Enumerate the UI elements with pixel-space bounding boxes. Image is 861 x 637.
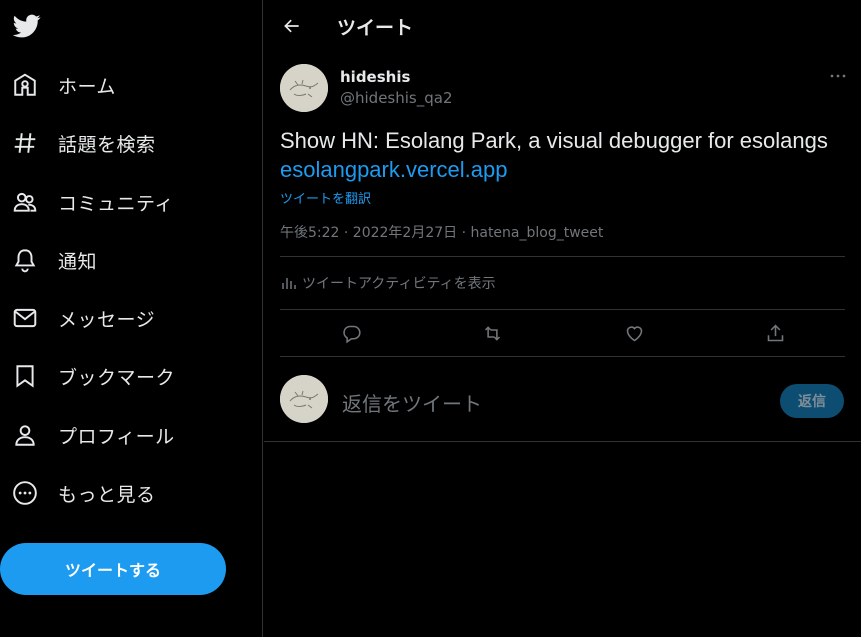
nav-label: 話題を検索 xyxy=(58,133,156,156)
reply-input[interactable]: 返信をツイート xyxy=(342,388,482,417)
like-heart-icon[interactable] xyxy=(621,320,647,346)
tweet-activity-label: ツイートアクティビティを表示 xyxy=(302,276,496,292)
translate-link[interactable]: ツイートを翻訳 xyxy=(280,188,371,207)
nav-label: コミュニティ xyxy=(58,192,174,215)
sidebar: ホーム 話題を検索 コミュニティ 通知 メッセージ ブックマーク プロフィール … xyxy=(0,0,263,637)
nav-label: プロフィール xyxy=(58,425,175,448)
tweet-link[interactable]: esolangpark.vercel.app xyxy=(280,157,507,183)
twitter-logo-icon[interactable] xyxy=(12,12,42,40)
share-icon[interactable] xyxy=(762,320,788,346)
nav-item-home[interactable]: ホーム xyxy=(0,65,116,105)
divider xyxy=(280,256,845,257)
divider xyxy=(280,309,845,310)
nav-item-profile[interactable]: プロフィール xyxy=(0,415,175,455)
nav-item-more[interactable]: もっと見る xyxy=(0,473,156,513)
nav-item-bookmarks[interactable]: ブックマーク xyxy=(0,356,175,396)
compose-tweet-button[interactable]: ツイートする xyxy=(0,543,226,595)
nav-label: メッセージ xyxy=(58,308,156,331)
author-name[interactable]: hideshis xyxy=(340,68,410,86)
retweet-icon[interactable] xyxy=(479,320,505,346)
avatar[interactable] xyxy=(280,64,328,112)
tweet-detail: ツイート hideshis @hideshis_qa2 Show HN: Eso… xyxy=(264,0,861,442)
page-title: ツイート xyxy=(337,17,414,39)
reply-button[interactable]: 返信 xyxy=(780,384,844,418)
hashtag-icon xyxy=(0,123,50,163)
back-arrow-icon[interactable] xyxy=(278,12,306,40)
nav-label: もっと見る xyxy=(58,483,156,506)
nav-item-notifications[interactable]: 通知 xyxy=(0,240,97,280)
tweet-activity-link[interactable]: ツイートアクティビティを表示 xyxy=(280,272,496,294)
reply-avatar[interactable] xyxy=(280,375,328,423)
mail-icon xyxy=(0,298,50,338)
communities-icon xyxy=(0,182,50,222)
nav-label: 通知 xyxy=(58,250,98,273)
more-options-icon[interactable] xyxy=(826,66,850,86)
nav-label: ブックマーク xyxy=(58,366,176,389)
nav-item-explore[interactable]: 話題を検索 xyxy=(0,123,156,163)
more-circle-icon xyxy=(0,473,50,513)
reply-icon[interactable] xyxy=(338,320,364,346)
nav-item-messages[interactable]: メッセージ xyxy=(0,298,155,338)
home-icon xyxy=(0,65,50,105)
analytics-icon xyxy=(282,278,296,289)
tweet-text: Show HN: Esolang Park, a visual debugger… xyxy=(280,128,828,153)
page-header: ツイート xyxy=(264,0,861,52)
bookmark-icon xyxy=(0,356,50,396)
nav-item-communities[interactable]: コミュニティ xyxy=(0,182,174,222)
divider xyxy=(280,356,845,357)
nav-label: ホーム xyxy=(58,75,116,98)
profile-icon xyxy=(0,415,50,455)
author-handle[interactable]: @hideshis_qa2 xyxy=(340,89,453,107)
tweet-meta: 午後5:22 · 2022年2月27日 · hatena_blog_tweet xyxy=(280,225,604,241)
bell-icon xyxy=(0,240,50,280)
